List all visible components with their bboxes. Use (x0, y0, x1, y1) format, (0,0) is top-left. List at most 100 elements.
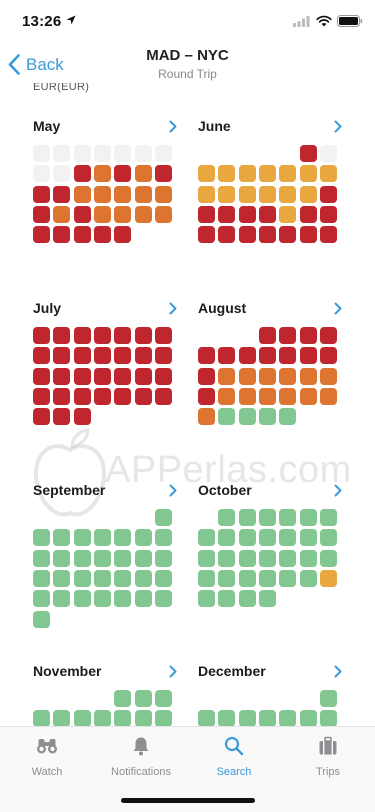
day-cell-high[interactable] (299, 145, 317, 162)
day-cell-best[interactable] (258, 509, 276, 526)
day-cell-best[interactable] (299, 710, 317, 726)
day-cell-best[interactable] (198, 549, 215, 567)
day-cell-high[interactable] (93, 367, 111, 385)
day-cell-mid[interactable] (93, 185, 111, 203)
day-cell-mid[interactable] (134, 165, 152, 183)
day-cell-mid[interactable] (258, 387, 276, 405)
day-cell-high[interactable] (134, 387, 152, 405)
day-cell-high[interactable] (198, 205, 215, 223)
day-cell-high[interactable] (73, 347, 91, 365)
day-cell-high[interactable] (33, 408, 50, 426)
day-cell-high[interactable] (299, 327, 317, 344)
day-cell-low[interactable] (279, 205, 297, 223)
day-cell-best[interactable] (279, 569, 297, 587)
day-cell-best[interactable] (53, 569, 71, 587)
month-header[interactable]: November (33, 663, 183, 685)
day-cell-best[interactable] (258, 529, 276, 547)
day-cell-high[interactable] (33, 185, 50, 203)
day-cell-high[interactable] (33, 387, 50, 405)
day-cell-best[interactable] (238, 408, 256, 426)
day-cell-high[interactable] (319, 205, 337, 223)
day-cell-best[interactable] (154, 529, 172, 547)
day-cell-best[interactable] (299, 509, 317, 526)
day-cell-high[interactable] (258, 327, 276, 344)
day-cell-best[interactable] (114, 569, 132, 587)
month-header[interactable]: December (198, 663, 348, 685)
day-cell-best[interactable] (218, 710, 236, 726)
day-cell-high[interactable] (93, 347, 111, 365)
day-cell-high[interactable] (53, 387, 71, 405)
day-cell-high[interactable] (218, 347, 236, 365)
day-cell-best[interactable] (299, 529, 317, 547)
chevron-right-icon[interactable] (334, 302, 342, 315)
month-header[interactable]: September (33, 482, 183, 504)
day-cell-best[interactable] (93, 529, 111, 547)
day-cell-high[interactable] (33, 347, 50, 365)
day-cell-high[interactable] (154, 387, 172, 405)
day-cell-high[interactable] (33, 367, 50, 385)
chevron-right-icon[interactable] (169, 484, 177, 497)
day-cell-high[interactable] (73, 226, 91, 244)
day-cell-low[interactable] (238, 165, 256, 183)
day-cell-best[interactable] (218, 549, 236, 567)
day-cell-high[interactable] (258, 347, 276, 365)
day-cell-best[interactable] (154, 710, 172, 726)
day-cell-high[interactable] (93, 226, 111, 244)
day-cell-best[interactable] (53, 529, 71, 547)
day-cell-high[interactable] (53, 347, 71, 365)
day-cell-mid[interactable] (279, 387, 297, 405)
day-cell-low[interactable] (198, 165, 215, 183)
chevron-right-icon[interactable] (169, 302, 177, 315)
day-cell-high[interactable] (134, 347, 152, 365)
day-cell-best[interactable] (258, 408, 276, 426)
day-cell-high[interactable] (154, 367, 172, 385)
day-cell-low[interactable] (319, 569, 337, 587)
day-cell-low[interactable] (279, 185, 297, 203)
day-cell-mid[interactable] (319, 367, 337, 385)
day-cell-high[interactable] (33, 205, 50, 223)
tab-search[interactable]: Search (187, 735, 281, 778)
day-cell-mid[interactable] (279, 367, 297, 385)
day-cell-high[interactable] (258, 226, 276, 244)
day-cell-mid[interactable] (218, 367, 236, 385)
day-cell-best[interactable] (93, 549, 111, 567)
day-cell-best[interactable] (33, 710, 50, 726)
day-cell-high[interactable] (238, 226, 256, 244)
day-cell-best[interactable] (279, 509, 297, 526)
day-cell-low[interactable] (279, 165, 297, 183)
day-cell-low[interactable] (238, 185, 256, 203)
day-cell-best[interactable] (154, 690, 172, 707)
day-cell-mid[interactable] (299, 367, 317, 385)
day-cell-high[interactable] (33, 327, 50, 344)
day-cell-high[interactable] (279, 347, 297, 365)
day-cell-high[interactable] (114, 387, 132, 405)
day-cell-mid[interactable] (93, 165, 111, 183)
day-cell-best[interactable] (73, 529, 91, 547)
day-cell-best[interactable] (114, 710, 132, 726)
day-cell-best[interactable] (114, 590, 132, 608)
day-cell-high[interactable] (53, 185, 71, 203)
day-cell-mid[interactable] (299, 387, 317, 405)
day-cell-high[interactable] (114, 327, 132, 344)
day-cell-best[interactable] (238, 549, 256, 567)
day-cell-best[interactable] (258, 710, 276, 726)
day-cell-best[interactable] (33, 569, 50, 587)
chevron-right-icon[interactable] (334, 120, 342, 133)
day-cell-low[interactable] (218, 165, 236, 183)
day-cell-best[interactable] (319, 690, 337, 707)
chevron-right-icon[interactable] (169, 665, 177, 678)
chevron-right-icon[interactable] (169, 120, 177, 133)
day-cell-best[interactable] (53, 549, 71, 567)
day-cell-best[interactable] (154, 549, 172, 567)
day-cell-high[interactable] (319, 185, 337, 203)
day-cell-best[interactable] (73, 569, 91, 587)
day-cell-high[interactable] (218, 205, 236, 223)
day-cell-low[interactable] (299, 165, 317, 183)
day-cell-high[interactable] (299, 347, 317, 365)
day-cell-high[interactable] (319, 226, 337, 244)
day-cell-high[interactable] (53, 408, 71, 426)
day-cell-high[interactable] (114, 367, 132, 385)
day-cell-high[interactable] (238, 347, 256, 365)
day-cell-mid[interactable] (238, 387, 256, 405)
day-cell-best[interactable] (279, 529, 297, 547)
